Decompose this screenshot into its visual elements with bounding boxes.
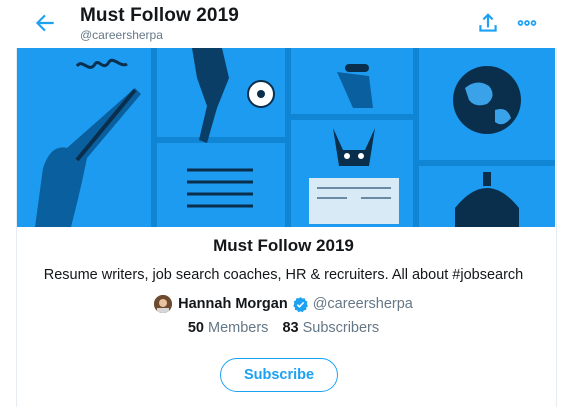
arrow-left-icon[interactable] <box>32 10 58 36</box>
header-title: Must Follow 2019 <box>80 5 239 26</box>
list-owner[interactable]: Hannah Morgan @careersherpa <box>0 293 567 315</box>
share-icon[interactable] <box>475 10 501 36</box>
list-description: Resume writers, job search coaches, HR &… <box>43 267 524 283</box>
members-count: 50 <box>187 320 204 336</box>
microphone-icon <box>291 48 413 114</box>
list-banner <box>17 48 555 227</box>
top-bar: Must Follow 2019 @careersherpa <box>0 0 567 48</box>
subscribers-count: 83 <box>282 320 299 336</box>
header-handle: @careersherpa <box>80 28 163 42</box>
more-horizontal-icon[interactable] <box>514 10 540 36</box>
lines-icon <box>157 143 285 227</box>
hand-writing-icon <box>17 48 151 227</box>
dog-reading-newspaper-icon <box>291 120 413 227</box>
members-label: Members <box>208 320 269 336</box>
subscribe-button[interactable]: Subscribe <box>220 358 338 392</box>
members-link[interactable]: 50 Members <box>188 320 269 336</box>
owner-handle[interactable]: @careersherpa <box>313 296 413 312</box>
soccer-player-icon <box>157 48 285 143</box>
list-stats: 50 Members 83 Subscribers <box>0 320 567 336</box>
subscribers-label: Subscribers <box>302 320 380 336</box>
verified-badge-icon <box>292 296 308 312</box>
capitol-dome-icon <box>419 166 555 227</box>
list-name: Must Follow 2019 <box>213 236 354 255</box>
owner-name[interactable]: Hannah Morgan <box>178 296 288 312</box>
globe-icon <box>419 48 555 160</box>
subscribers-link[interactable]: 83 Subscribers <box>282 320 379 336</box>
avatar[interactable] <box>154 295 173 313</box>
banner-collage <box>17 48 555 227</box>
